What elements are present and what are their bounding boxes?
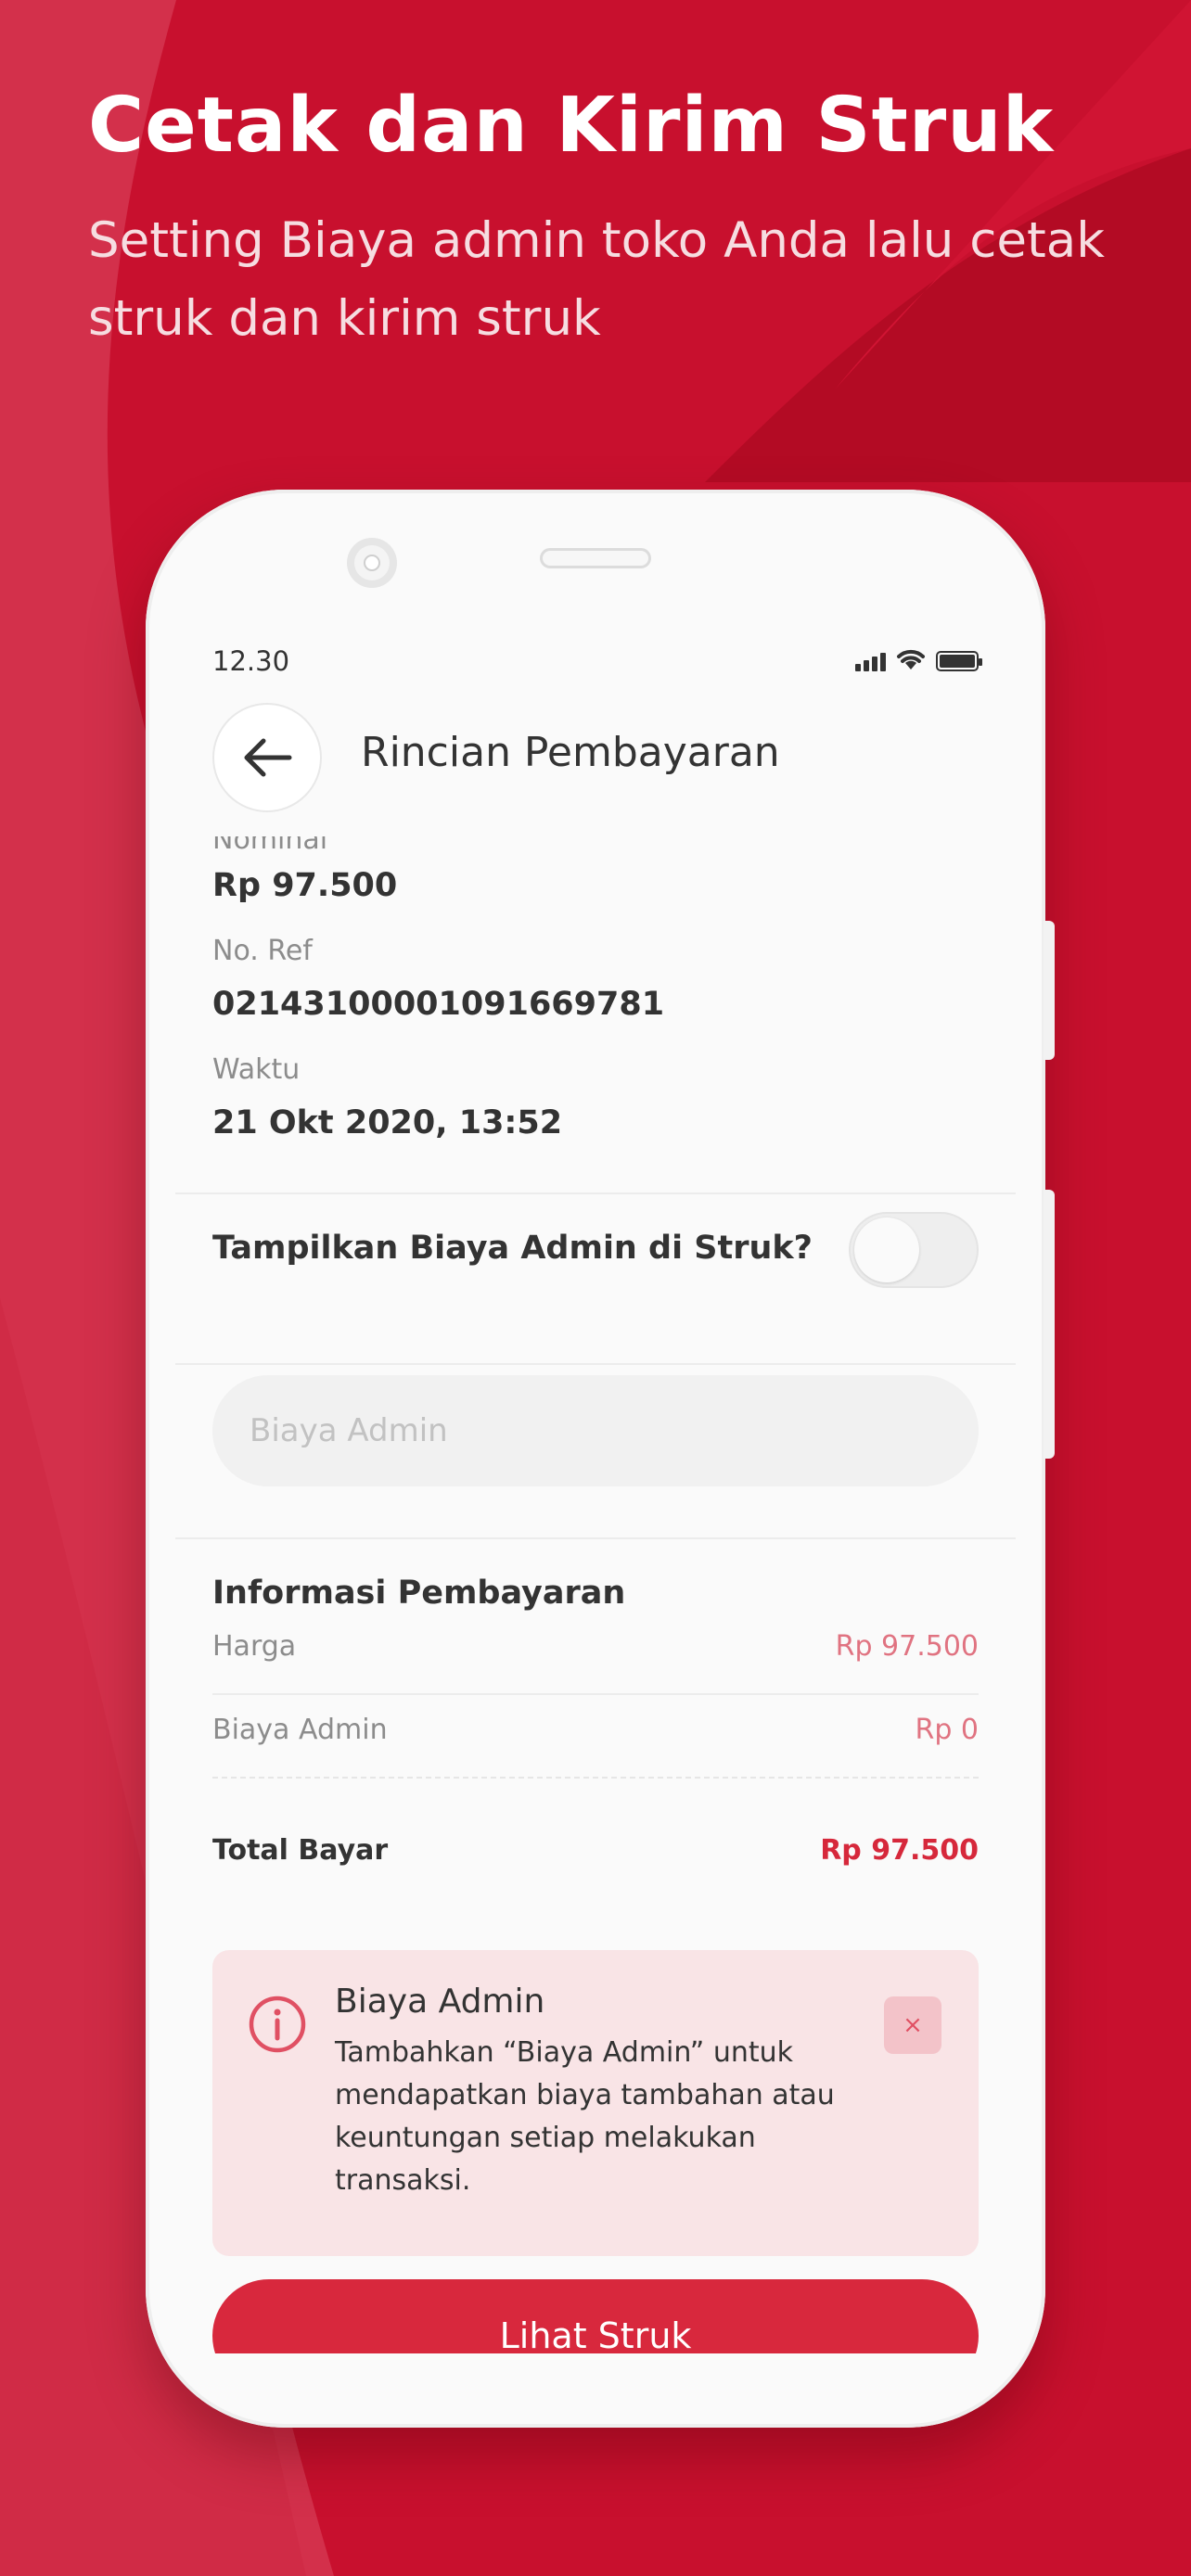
battery-icon (936, 651, 982, 671)
total-label: Total Bayar (212, 1834, 389, 1867)
total-divider (212, 1777, 979, 1779)
info-title: Biaya Admin (335, 1983, 545, 2021)
payment-info-title: Informasi Pembayaran (212, 1575, 626, 1612)
phone-side-button-top (1044, 921, 1055, 1060)
admin-fee-value: Rp 0 (915, 1714, 979, 1746)
close-alert-button[interactable]: × (884, 1996, 941, 2054)
arrow-left-icon (244, 738, 292, 777)
back-button[interactable] (212, 703, 322, 812)
status-time: 12.30 (212, 645, 290, 677)
promo-headline: Cetak dan Kirim Struk (88, 82, 1055, 170)
row-divider (212, 1693, 979, 1695)
app-screen: 12.30 Rincian Pembayaran Nominal Rp 97.5… (175, 610, 1016, 2353)
detail-label-ref: No. Ref (212, 935, 313, 967)
phone-side-button-bottom (1044, 1190, 1055, 1459)
admin-fee-toggle[interactable] (849, 1212, 979, 1288)
detail-label-nominal: Nominal (212, 823, 328, 856)
price-value: Rp 97.500 (835, 1630, 979, 1663)
info-text: Tambahkan “Biaya Admin” untuk mendapatka… (335, 2036, 835, 2197)
front-camera (347, 538, 397, 588)
detail-value-nominal: Rp 97.500 (212, 867, 398, 904)
earpiece-speaker (540, 548, 651, 568)
price-label: Harga (212, 1630, 297, 1663)
detail-value-time: 21 Okt 2020, 13:52 (212, 1104, 563, 1141)
divider (175, 1363, 1016, 1365)
promo-subline: Setting Biaya admin toko Anda lalu cetak… (88, 212, 1105, 347)
wifi-icon (897, 649, 925, 670)
admin-toggle-label: Tampilkan Biaya Admin di Struk? (212, 1230, 813, 1267)
info-icon (249, 1996, 306, 2053)
admin-fee-input[interactable] (212, 1375, 979, 1486)
page-title: Rincian Pembayaran (361, 729, 780, 776)
detail-label-time: Waktu (212, 1053, 301, 1086)
phone-mockup: 12.30 Rincian Pembayaran Nominal Rp 97.5… (146, 490, 1055, 2428)
toggle-knob (854, 1218, 919, 1282)
status-icons (855, 647, 982, 671)
divider (175, 1537, 1016, 1539)
admin-fee-label: Biaya Admin (212, 1714, 388, 1746)
total-value: Rp 97.500 (820, 1834, 979, 1867)
signal-icon (855, 653, 886, 671)
divider (175, 1192, 1016, 1194)
view-receipt-button[interactable]: Lihat Struk (212, 2279, 979, 2353)
detail-value-ref: 02143100001091669781 (212, 986, 665, 1023)
admin-info-alert: Biaya Admin Tambahkan “Biaya Admin” untu… (212, 1950, 979, 2256)
